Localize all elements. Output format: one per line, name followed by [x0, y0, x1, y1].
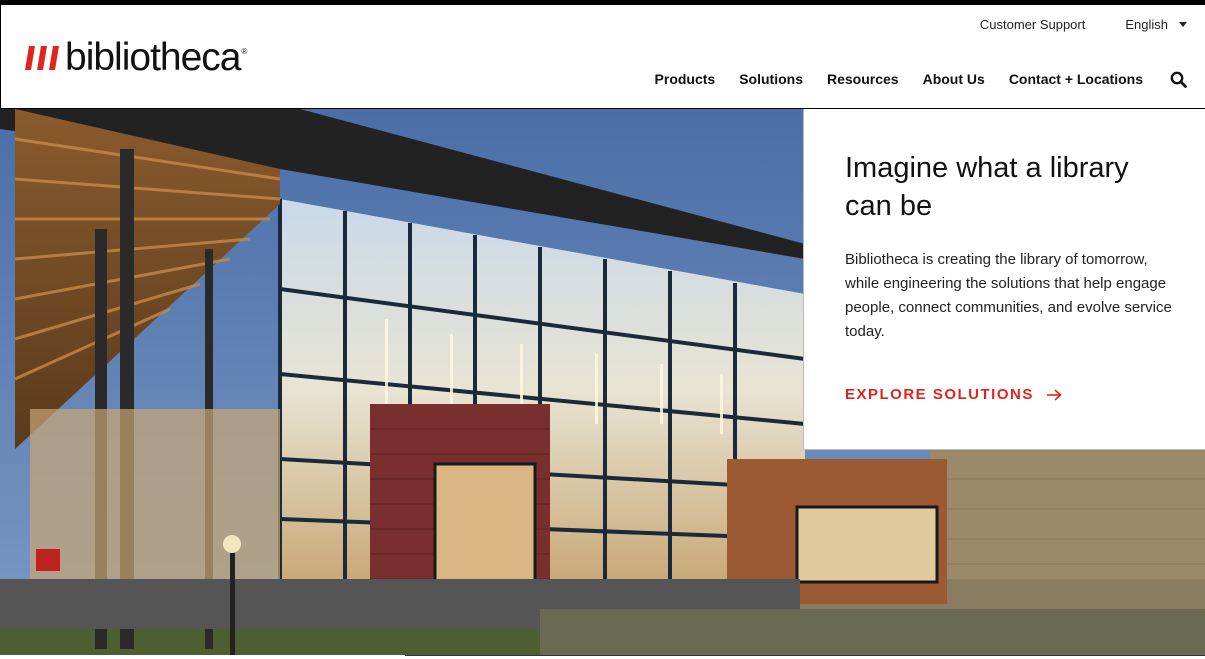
- hero-description: Bibliotheca is creating the library of t…: [845, 251, 1172, 340]
- logo-mark-icon: [25, 46, 59, 70]
- language-label: English: [1125, 17, 1168, 32]
- nav-contact-locations[interactable]: Contact + Locations: [1009, 71, 1143, 87]
- nav-about-us[interactable]: About Us: [923, 71, 985, 87]
- search-icon[interactable]: [1169, 70, 1187, 88]
- utility-nav: Customer Support English: [980, 17, 1187, 32]
- cta-label: EXPLORE SOLUTIONS: [845, 386, 1034, 403]
- hero-card: Imagine what a library can be Bibliothec…: [803, 109, 1205, 450]
- customer-support-link[interactable]: Customer Support: [980, 17, 1086, 32]
- bibliotheca-logo[interactable]: bibliotheca®: [25, 36, 247, 79]
- logo-wordmark: bibliotheca®: [65, 36, 247, 79]
- nav-resources[interactable]: Resources: [827, 71, 899, 87]
- nav-products[interactable]: Products: [655, 71, 716, 87]
- explore-solutions-link[interactable]: EXPLORE SOLUTIONS: [845, 386, 1169, 403]
- bottom-divider: [405, 655, 1205, 659]
- nav-solutions[interactable]: Solutions: [739, 71, 803, 87]
- hero-title: Imagine what a library can be: [845, 152, 1129, 222]
- site-header: bibliotheca® Customer Support English Pr…: [0, 5, 1205, 109]
- chevron-down-icon: [1179, 22, 1187, 27]
- arrow-right-icon: [1046, 388, 1062, 401]
- main-nav: Products Solutions Resources About Us Co…: [631, 70, 1187, 88]
- language-selector[interactable]: English: [1125, 17, 1187, 32]
